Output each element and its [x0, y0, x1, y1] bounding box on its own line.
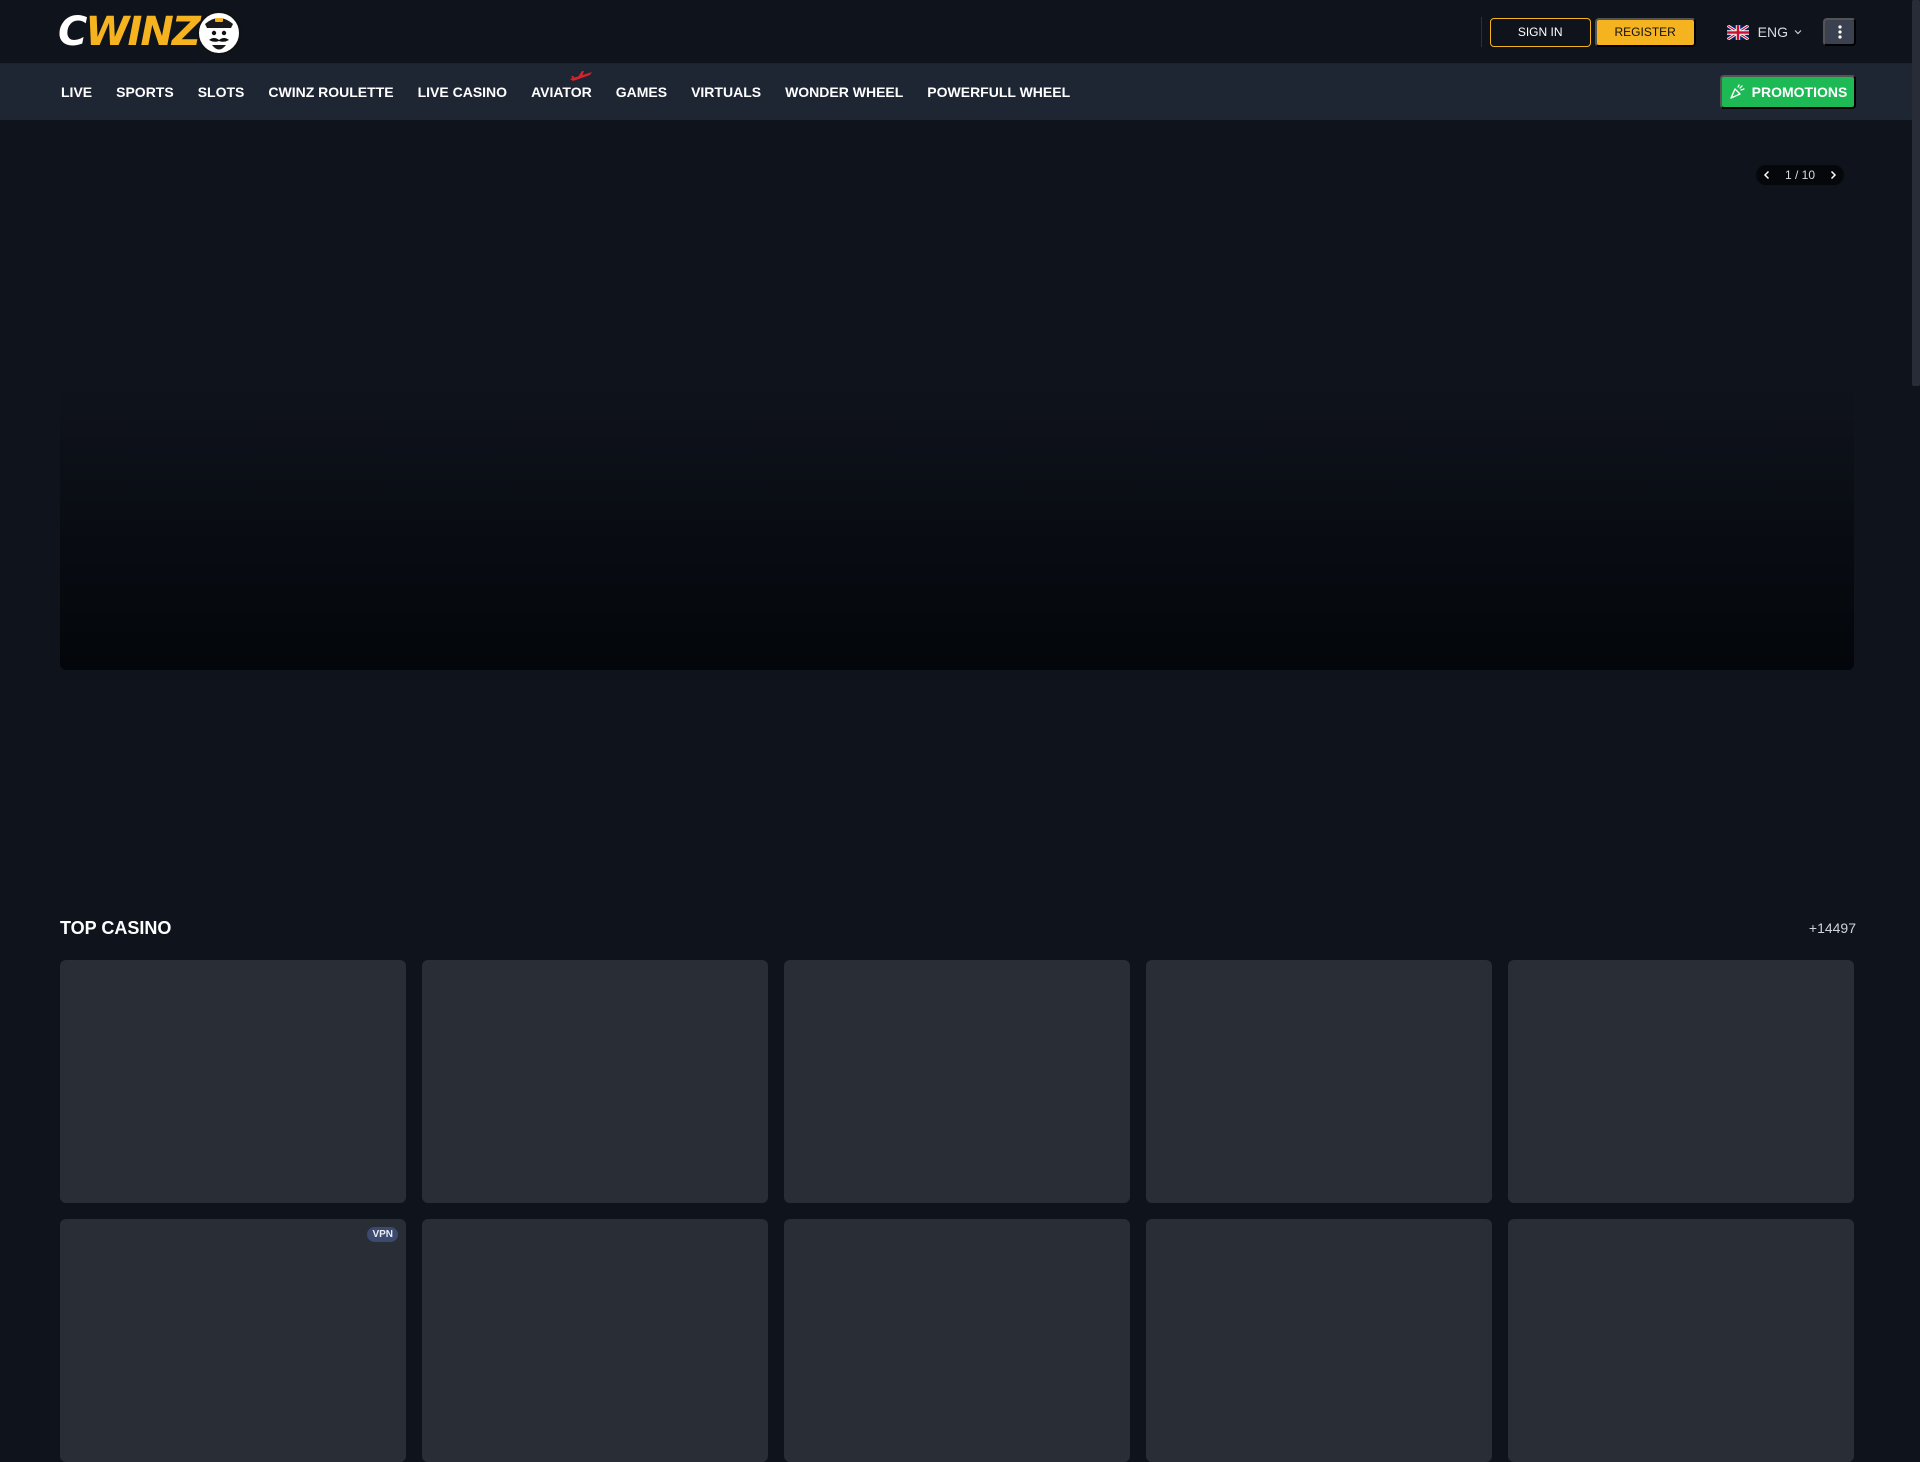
nav-item-slots[interactable]: SLOTS — [198, 84, 245, 100]
vpn-badge: VPN — [367, 1227, 398, 1242]
nav-menu: LIVE SPORTS SLOTS CWINZ ROULETTE LIVE CA… — [61, 64, 1094, 120]
nav-item-cwinz-roulette[interactable]: CWINZ ROULETTE — [268, 84, 393, 100]
chevron-right-icon — [1830, 170, 1837, 180]
top-casino-games-grid: VPN — [60, 960, 1854, 1462]
divider — [1480, 17, 1482, 47]
game-tile[interactable] — [1146, 960, 1492, 1203]
chevron-left-icon — [1763, 170, 1770, 180]
language-label: ENG — [1757, 24, 1788, 40]
game-tile[interactable]: VPN — [60, 1219, 406, 1462]
sign-in-button[interactable]: SIGN IN — [1489, 17, 1591, 47]
game-tile[interactable] — [422, 960, 768, 1203]
nav-item-live[interactable]: LIVE — [61, 84, 92, 100]
slider-pager: 1 / 10 — [1756, 165, 1844, 185]
main-navigation: LIVE SPORTS SLOTS CWINZ ROULETTE LIVE CA… — [0, 64, 1920, 120]
promotions-label: PROMOTIONS — [1751, 84, 1848, 100]
nav-item-live-casino[interactable]: LIVE CASINO — [418, 84, 507, 100]
cwinz-logo[interactable]: CWINZ — [58, 6, 243, 58]
nav-item-sports[interactable]: SPORTS — [116, 84, 174, 100]
register-button[interactable]: REGISTER — [1594, 17, 1696, 47]
game-tile[interactable] — [1508, 960, 1854, 1203]
top-casino-count-link[interactable]: +14497 — [1809, 920, 1856, 936]
uk-flag-icon — [1726, 24, 1749, 40]
airplane-icon — [570, 71, 593, 81]
game-tile[interactable] — [1508, 1219, 1854, 1462]
scrollbar-thumb[interactable] — [1912, 0, 1920, 386]
more-menu-button[interactable] — [1823, 18, 1856, 46]
header-actions: SIGN IN REGISTER ENG — [1480, 17, 1856, 47]
nav-item-aviator[interactable]: AVIATOR — [531, 71, 593, 100]
language-selector[interactable]: ENG — [1726, 18, 1803, 47]
logo-wordmark: CWINZ — [58, 9, 201, 55]
game-tile[interactable] — [784, 1219, 1130, 1462]
nav-item-wonder-wheel[interactable]: WONDER WHEEL — [785, 84, 903, 100]
promotions-button[interactable]: PROMOTIONS — [1720, 75, 1856, 109]
slider-next-button[interactable] — [1826, 168, 1840, 182]
page-scrollbar[interactable] — [1912, 0, 1920, 1322]
slider-prev-button[interactable] — [1760, 168, 1774, 182]
nav-item-powerfull-wheel[interactable]: POWERFULL WHEEL — [927, 84, 1070, 100]
nav-item-virtuals[interactable]: VIRTUALS — [691, 84, 761, 100]
top-casino-title: TOP CASINO — [60, 918, 172, 938]
slide-counter: 1 / 10 — [1784, 168, 1816, 182]
nav-item-aviator-label: AVIATOR — [531, 84, 592, 100]
vertical-dots-icon — [1837, 25, 1842, 39]
top-header: CWINZ SIGN IN REGISTER ENG — [0, 0, 1920, 64]
party-popper-icon — [1729, 84, 1745, 99]
nav-item-games[interactable]: GAMES — [616, 84, 667, 100]
game-tile[interactable] — [784, 960, 1130, 1203]
game-tile[interactable] — [60, 960, 406, 1203]
mascot-icon — [196, 11, 241, 55]
chevron-down-icon — [1794, 30, 1802, 35]
game-tile[interactable] — [1146, 1219, 1492, 1462]
game-tile[interactable] — [422, 1219, 768, 1462]
hero-banner-slider[interactable]: 1 / 10 — [60, 120, 1854, 670]
